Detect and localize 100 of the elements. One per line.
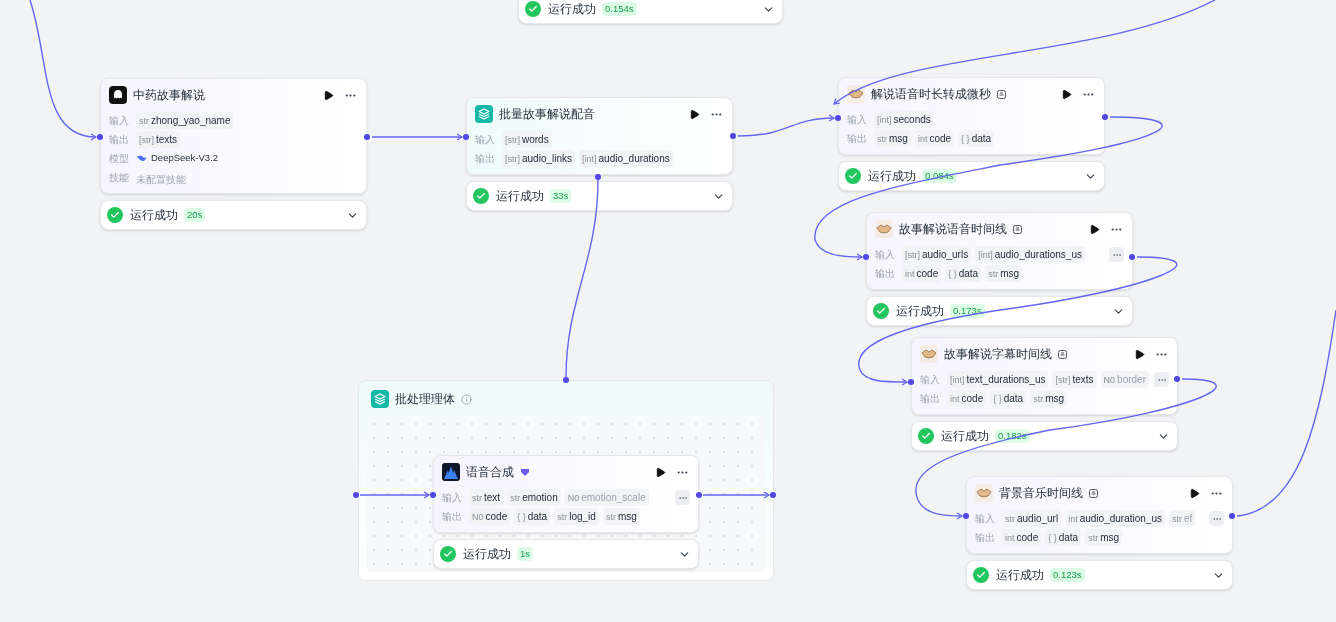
more-params-button[interactable] — [1109, 247, 1124, 262]
row-label: 输出 — [442, 510, 463, 524]
node-card[interactable]: 语音合成 输入 str text str emotion N0 emotion_scale 输出 N0 code { } data str log_id str msg — [433, 455, 699, 533]
batch-title: 批处理理体 — [395, 391, 455, 408]
node-card[interactable]: 故事解说字幕时间线 输入 [int] text_durations_us [str] texts N0 border 输出 int code { } data str msg — [911, 337, 1178, 415]
model-name: DeepSeek-V3.2 — [151, 151, 219, 166]
status-text: 运行成功 — [463, 546, 511, 563]
param-tag: str emotion — [507, 488, 561, 507]
row-label: 输出 — [109, 133, 130, 147]
status-text: 运行成功 — [896, 303, 944, 320]
param-tag: [str] texts — [1052, 370, 1097, 389]
row-label: 输入 — [875, 248, 896, 262]
play-icon — [322, 89, 334, 101]
param-tag: { } data — [514, 507, 551, 526]
param-tag: N0 border — [1100, 370, 1149, 389]
param-tag: str text — [469, 488, 504, 507]
status-text: 运行成功 — [868, 168, 916, 185]
run-status-bar[interactable]: 运行成功 0.173s — [866, 296, 1133, 326]
param-tag: [int] audio_durations_us — [975, 245, 1085, 264]
param-tag: int code — [1002, 528, 1042, 547]
connector-line — [359, 491, 430, 499]
param-tag: int code — [947, 389, 987, 408]
skill-text: 未配置技能 — [136, 173, 186, 185]
node-title: 批量故事解说配音 — [499, 106, 595, 123]
node-card[interactable]: 批量故事解说配音 输入 [str] words 输出 [str] audio_links [int] audio_durations — [466, 97, 733, 175]
node-card[interactable]: 故事解说语音时间线 输入 [str] audio_urls [int] audio_durations_us 输出 int code { } data str msg — [866, 212, 1133, 290]
diamond-icon — [520, 467, 530, 477]
run-status-bar[interactable]: 运行成功 33s — [466, 181, 733, 211]
layers-icon — [475, 105, 493, 123]
node-card[interactable]: 解说语音时长转成微秒 输入 [int] seconds 输出 str msg int code { } data — [838, 77, 1105, 155]
play-icon — [1060, 88, 1072, 100]
handshake-icon — [875, 220, 893, 238]
param-tag: { } data — [1045, 528, 1082, 547]
play-icon — [688, 108, 700, 120]
success-icon — [107, 207, 123, 223]
handshake-icon — [920, 345, 938, 363]
param-tag: [int] seconds — [874, 110, 934, 129]
node-card[interactable]: 中药故事解说 输入 str zhong_yao_name 输出 [str] texts 模型 DeepSeek-V3.2 技能 未配置技能 — [100, 78, 367, 194]
play-icon — [654, 466, 666, 478]
node-title: 故事解说语音时间线 — [899, 221, 1007, 238]
peaks-icon — [442, 463, 460, 481]
param-tag: { } data — [945, 264, 982, 283]
param-tag: [str] words — [502, 130, 552, 149]
duration-badge: 0.154s — [602, 1, 637, 17]
run-status-bar[interactable]: 运行成功 0.154s — [518, 0, 783, 24]
success-icon — [873, 303, 889, 319]
duration-badge: 0.123s — [1050, 567, 1085, 583]
param-tag: str zhong_yao_name — [136, 111, 234, 130]
node-title: 解说语音时长转成微秒 — [871, 86, 991, 103]
param-tag: { } data — [990, 389, 1027, 408]
success-icon — [440, 546, 456, 562]
play-icon — [1188, 487, 1200, 499]
ghost-icon — [109, 86, 127, 104]
plugin-icon — [1013, 224, 1022, 234]
param-tag: int audio_duration_us — [1065, 509, 1165, 528]
play-icon — [1088, 223, 1100, 235]
status-text: 运行成功 — [130, 207, 178, 224]
row-label: 输出 — [920, 392, 941, 406]
status-text: 运行成功 — [496, 188, 544, 205]
run-status-bar[interactable]: 运行成功 20s — [100, 200, 367, 230]
row-label: 输出 — [475, 152, 496, 166]
param-tag: N0 code — [469, 507, 511, 526]
row-label: 输入 — [475, 133, 496, 147]
param-tag: int code — [914, 129, 955, 148]
param-tag: [int] audio_durations — [579, 149, 673, 168]
plugin-icon — [1058, 349, 1067, 359]
row-label: 输出 — [875, 267, 896, 281]
param-tag: [str] audio_links — [502, 149, 576, 168]
more-params-button[interactable] — [1209, 511, 1224, 526]
row-label: 输入 — [975, 512, 996, 526]
row-label: 输出 — [975, 531, 996, 545]
connector-line — [702, 491, 770, 499]
row-label: 输入 — [109, 114, 130, 128]
param-tag: str msg — [1085, 528, 1123, 547]
node-title: 故事解说字幕时间线 — [944, 346, 1052, 363]
plugin-icon — [1089, 488, 1098, 498]
run-status-bar[interactable]: 运行成功 0.182s — [911, 421, 1178, 451]
node-title: 语音合成 — [466, 464, 514, 481]
success-icon — [845, 168, 861, 184]
param-tag: str ef — [1168, 509, 1196, 528]
param-tag: str msg — [1030, 389, 1068, 408]
more-params-button[interactable] — [1154, 372, 1169, 387]
run-status-bar[interactable]: 运行成功 0.123s — [966, 560, 1233, 590]
node-card[interactable]: 背景音乐时间线 输入 str audio_url int audio_duration_us str ef 输出 int code { } data str msg — [966, 476, 1233, 554]
success-icon — [918, 428, 934, 444]
run-status-bar[interactable]: 运行成功 1s — [433, 539, 699, 569]
node-title: 背景音乐时间线 — [999, 485, 1083, 502]
row-label: 输入 — [442, 491, 463, 505]
row-label: 技能 — [109, 171, 130, 185]
param-tag: [int] text_durations_us — [947, 370, 1049, 389]
param-tag: str msg — [874, 129, 911, 148]
duration-badge: 0.173s — [950, 303, 985, 319]
status-text: 运行成功 — [548, 1, 596, 18]
play-icon — [1133, 348, 1145, 360]
node-title: 中药故事解说 — [133, 87, 205, 104]
param-tag: int code — [902, 264, 942, 283]
layers-icon — [371, 390, 389, 408]
handshake-icon — [975, 484, 993, 502]
duration-badge: 20s — [184, 207, 206, 223]
param-tag: str msg — [602, 507, 640, 526]
